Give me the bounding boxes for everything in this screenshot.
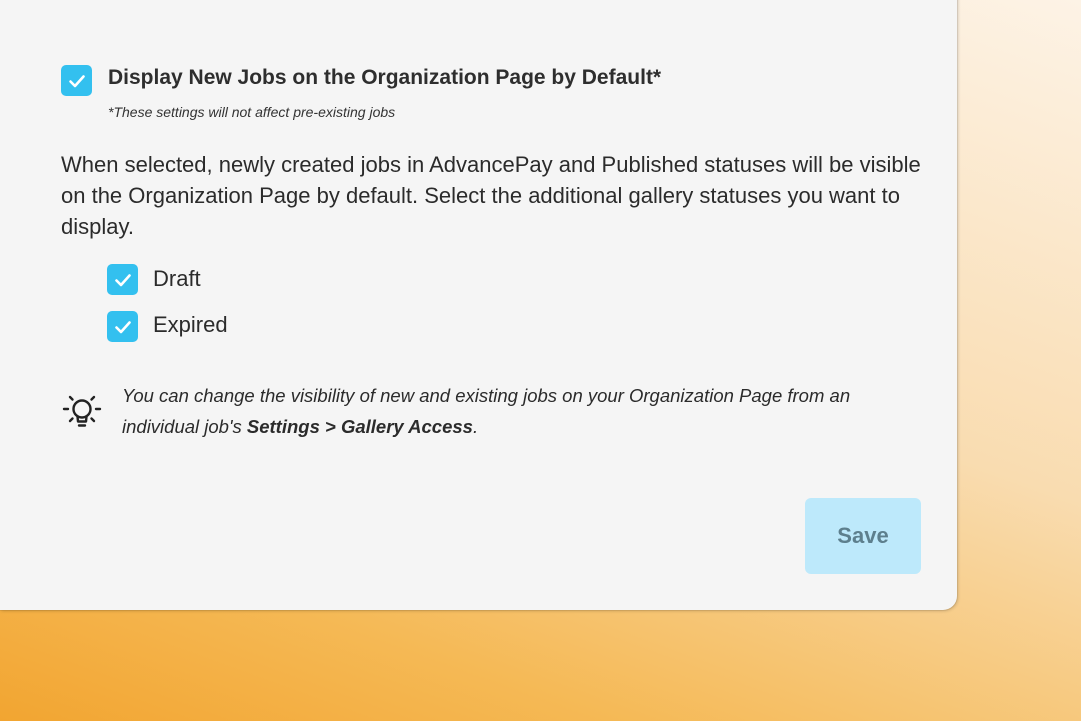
display-default-title: Display New Jobs on the Organization Pag…	[108, 66, 662, 89]
settings-description: When selected, newly created jobs in Adv…	[61, 152, 921, 239]
status-expired-checkbox[interactable]	[107, 311, 138, 342]
save-button[interactable]: Save	[805, 498, 921, 574]
tip-text-before: You can change the visibility of new and…	[122, 385, 851, 437]
tip-settings-link: Settings > Gallery Access	[246, 416, 473, 437]
status-draft-label: Draft	[153, 266, 201, 291]
tip-text-after: .	[472, 416, 479, 437]
checkmark-icon	[114, 273, 131, 286]
display-default-checkbox[interactable]	[61, 65, 92, 96]
checkmark-icon	[68, 74, 85, 87]
checkmark-icon	[114, 320, 131, 333]
status-expired-label: Expired	[153, 312, 228, 337]
status-draft-checkbox[interactable]	[107, 264, 138, 295]
visibility-tip: You can change the visibility of new and…	[122, 380, 922, 442]
settings-footnote: *These settings will not affect pre-exis…	[108, 104, 396, 120]
lightbulb-icon	[62, 395, 102, 427]
